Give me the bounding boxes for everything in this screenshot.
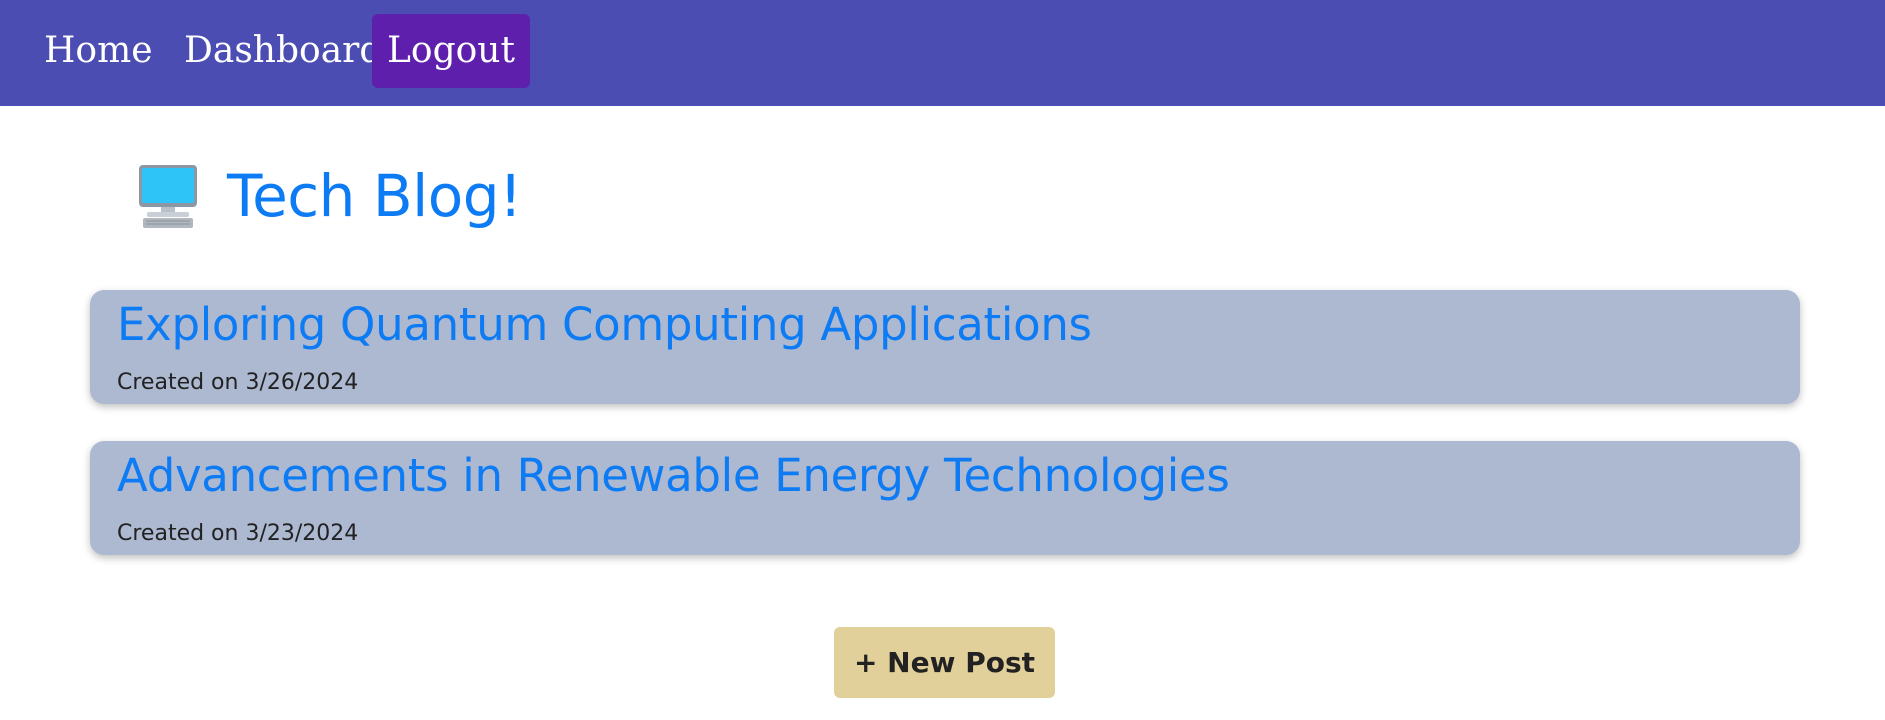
nav-home-link[interactable]: Home bbox=[29, 14, 168, 88]
post-card[interactable]: Advancements in Renewable Energy Technol… bbox=[90, 441, 1800, 555]
page-title: Tech Blog! bbox=[227, 162, 522, 230]
desktop-computer-icon bbox=[139, 165, 197, 228]
nav-dashboard-link[interactable]: Dashboard bbox=[169, 14, 397, 88]
new-post-button[interactable]: + New Post bbox=[834, 627, 1055, 698]
post-title[interactable]: Advancements in Renewable Energy Technol… bbox=[117, 449, 1230, 502]
nav-logout-link[interactable]: Logout bbox=[372, 14, 530, 88]
post-card[interactable]: Exploring Quantum Computing Applications… bbox=[90, 290, 1800, 404]
navbar: Home Dashboard Logout bbox=[0, 0, 1885, 106]
post-date: Created on 3/23/2024 bbox=[117, 521, 359, 546]
page-header: Tech Blog! bbox=[137, 158, 522, 234]
post-date: Created on 3/26/2024 bbox=[117, 370, 359, 395]
post-title[interactable]: Exploring Quantum Computing Applications bbox=[117, 298, 1092, 351]
